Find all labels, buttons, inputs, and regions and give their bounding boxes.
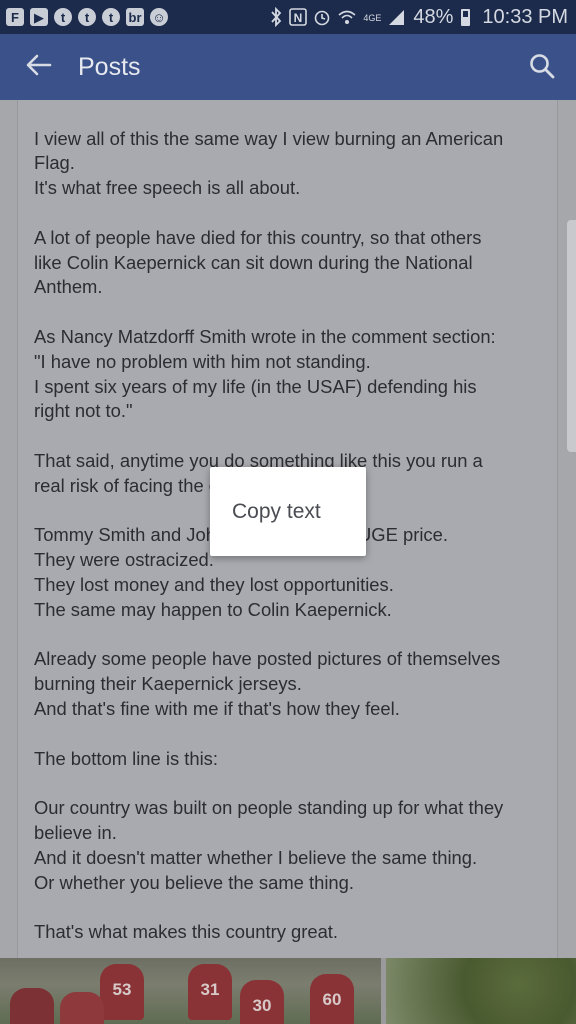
battery-icon (461, 8, 471, 26)
system-status: N 4GE 48% 10:33 PM (269, 6, 568, 29)
clock: 10:33 PM (482, 5, 568, 28)
post-image-trees[interactable] (386, 958, 576, 1024)
post-line: I view all of this the same way I view b… (34, 127, 504, 149)
post-line: Our country was built on people standing… (34, 797, 504, 819)
post-line: Flag. (34, 152, 75, 174)
jersey-number: 53 (112, 980, 132, 999)
post-line: It's what free speech is all about. (34, 177, 301, 199)
context-menu: Copy text (210, 467, 366, 556)
app-bar: Posts (0, 34, 576, 100)
post-images[interactable]: 53 31 30 60 (0, 958, 576, 1024)
tumblr-notification-icon: t (54, 8, 72, 26)
post-line: like Colin Kaepernick can sit down durin… (34, 251, 473, 273)
post-line: The same may happen to Colin Kaepernick. (34, 598, 392, 620)
bluetooth-icon (269, 7, 283, 27)
player-figure: 30 (240, 980, 284, 1024)
post-line: believe in. (34, 821, 117, 843)
player-figure: 53 (100, 964, 144, 1020)
tumblr-notification-icon: t (102, 8, 120, 26)
alarm-icon (313, 8, 331, 26)
post-line: The bottom line is this: (34, 747, 218, 769)
battery-percent: 48% (413, 5, 454, 28)
page-title: Posts (78, 52, 141, 81)
post-line: right not to." (34, 400, 133, 422)
player-figure: 60 (310, 974, 354, 1024)
wifi-icon (337, 8, 357, 26)
jersey-number: 60 (322, 990, 342, 1009)
post-image-football-players[interactable]: 53 31 30 60 (0, 958, 381, 1024)
post-line: burning their Kaepernick jerseys. (34, 673, 302, 695)
player-figure: 31 (188, 964, 232, 1020)
post-paragraph: Our country was built on people standing… (34, 796, 544, 895)
post-paragraph: I view all of this the same way I view b… (34, 127, 544, 201)
jersey-number: 31 (200, 980, 220, 999)
youtube-notification-icon: ▶ (30, 8, 48, 26)
flickr-notification-icon: br (126, 8, 144, 26)
svg-text:N: N (294, 11, 303, 25)
jersey-number: 30 (252, 996, 272, 1015)
post-line: They lost money and they lost opportunit… (34, 573, 394, 595)
post-line: That's what makes this country great. (34, 921, 339, 943)
post-line: And that's fine with me if that's how th… (34, 697, 400, 719)
post-line: I spent six years of my life (in the USA… (34, 375, 477, 397)
post-line: As Nancy Matzdorff Smith wrote in the co… (34, 325, 496, 347)
signal-icon (387, 8, 405, 26)
post-line: A lot of people have died for this count… (34, 226, 482, 248)
tumblr-notification-icon: t (78, 8, 96, 26)
nfc-icon: N (289, 8, 308, 26)
post-paragraph: A lot of people have died for this count… (34, 226, 544, 300)
post-line: "I have no problem with him not standing… (34, 350, 371, 372)
post-paragraph: That's what makes this country great. (34, 920, 544, 945)
notification-icons: F ▶ t t t br ☺ (6, 8, 168, 26)
back-button[interactable] (0, 34, 78, 100)
back-arrow-icon (26, 54, 52, 81)
post-paragraph: The bottom line is this: (34, 747, 544, 772)
network-type-label: 4GE (363, 12, 382, 23)
post-line: They were ostracized. (34, 549, 214, 571)
search-icon (529, 53, 555, 84)
player-figure (60, 992, 104, 1024)
post-line: Already some people have posted pictures… (34, 648, 501, 670)
player-figure (10, 988, 54, 1024)
facebook-notification-icon: F (6, 8, 24, 26)
post-paragraph: As Nancy Matzdorff Smith wrote in the co… (34, 325, 544, 424)
status-bar: F ▶ t t t br ☺ N 4GE 48% 10:33 PM (0, 0, 576, 34)
robot-notification-icon: ☺ (150, 8, 168, 26)
scroll-handle[interactable] (567, 220, 576, 452)
post-line: Anthem. (34, 276, 103, 298)
copy-text-menu-item[interactable]: Copy text (232, 500, 321, 524)
post-line: And it doesn't matter whether I believe … (34, 846, 478, 868)
search-button[interactable] (522, 48, 562, 88)
post-paragraph: Already some people have posted pictures… (34, 647, 544, 721)
post-line: Or whether you believe the same thing. (34, 871, 354, 893)
post-paragraph: Wrong with the burning of … anyway stand… (34, 100, 544, 102)
